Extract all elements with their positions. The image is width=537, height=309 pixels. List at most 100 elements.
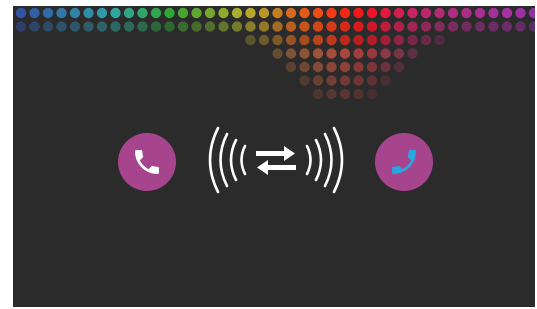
decorative-dot (501, 21, 513, 32)
decorative-dot (501, 7, 513, 19)
decorative-dot (353, 88, 364, 100)
decorative-dot (110, 7, 121, 19)
decorative-dot (177, 7, 189, 19)
decorative-dot (218, 7, 229, 19)
decorative-dot (461, 7, 472, 19)
decorative-dot (393, 21, 405, 32)
decorative-dot (285, 7, 297, 19)
decorative-dot (258, 7, 270, 19)
decorative-dot (326, 48, 337, 59)
decorative-dot (272, 7, 283, 19)
decorative-dot (420, 21, 432, 32)
decorative-dot (393, 7, 405, 19)
decorative-dot (312, 88, 324, 100)
decorative-dot (434, 21, 445, 32)
decorative-dot (326, 21, 337, 32)
decorative-dot (515, 7, 526, 19)
decorative-dot (299, 34, 310, 46)
decorative-dot (326, 88, 337, 100)
decorative-dot (204, 21, 216, 32)
decorative-dot (366, 7, 378, 19)
decorative-dot (353, 48, 364, 59)
decorative-dot (407, 34, 418, 46)
decorative-dot (123, 21, 135, 32)
decorative-dot (191, 21, 202, 32)
decorative-dot (258, 21, 270, 32)
decorative-dot (366, 75, 378, 86)
call-connecting-screen (13, 6, 535, 307)
decorative-dot (339, 7, 351, 19)
decorative-dot (69, 21, 81, 32)
signal-transfer-icon (208, 126, 344, 194)
decorative-dot (326, 75, 337, 86)
decorative-dot (474, 7, 486, 19)
decorative-dot (69, 7, 81, 19)
decorative-dot (339, 21, 351, 32)
decorative-dot (42, 7, 54, 19)
decorative-dot (29, 21, 40, 32)
decorative-dot (339, 34, 351, 46)
decorative-dot (245, 7, 256, 19)
decorative-dot (380, 21, 391, 32)
decorative-dot (312, 48, 324, 59)
decorative-dot (15, 7, 27, 19)
decorative-dot (353, 7, 364, 19)
decorative-dot (366, 21, 378, 32)
decorative-dot (299, 75, 310, 86)
decorative-dot (353, 34, 364, 46)
decorative-dot (312, 7, 324, 19)
decorative-dot (299, 61, 310, 73)
decorative-dot (326, 7, 337, 19)
decorative-dot (380, 61, 391, 73)
decorative-dot (15, 21, 27, 32)
decorative-dot (56, 21, 67, 32)
caller-phone-icon (118, 133, 176, 191)
decorative-dot (488, 7, 499, 19)
decorative-dot (191, 7, 202, 19)
decorative-dot (42, 21, 54, 32)
decorative-dot (29, 7, 40, 19)
decorative-dot (420, 34, 432, 46)
decorative-dot (312, 21, 324, 32)
receiver-phone-icon (375, 133, 433, 191)
decorative-dot (393, 34, 405, 46)
decorative-dot (299, 21, 310, 32)
decorative-dot (177, 21, 189, 32)
decorative-dot (123, 7, 135, 19)
decorative-dot (231, 7, 243, 19)
decorative-dot (272, 34, 283, 46)
decorative-dot (312, 75, 324, 86)
decorative-dot (150, 7, 162, 19)
decorative-dot (245, 34, 256, 46)
decorative-dot (204, 7, 216, 19)
decorative-dot (96, 7, 108, 19)
decorative-dot (137, 7, 148, 19)
decorative-dot (137, 21, 148, 32)
decorative-dot (339, 48, 351, 59)
decorative-dot (83, 21, 94, 32)
decorative-dot (434, 7, 445, 19)
decorative-dot (312, 34, 324, 46)
decorative-dot (56, 7, 67, 19)
decorative-dot (326, 61, 337, 73)
decorative-dot (312, 61, 324, 73)
decorative-dot (150, 21, 162, 32)
decorative-dot (339, 61, 351, 73)
decorative-dot (353, 21, 364, 32)
decorative-dot (164, 7, 175, 19)
decorative-dot (245, 21, 256, 32)
decorative-dot (326, 34, 337, 46)
decorative-dot (447, 7, 459, 19)
decorative-dot (285, 34, 297, 46)
decorative-dot (272, 48, 283, 59)
decorative-dot (380, 7, 391, 19)
decorative-dot (407, 7, 418, 19)
decorative-dot (164, 21, 175, 32)
decorative-dot (110, 21, 121, 32)
decorative-dot (231, 21, 243, 32)
decorative-dot (96, 21, 108, 32)
decorative-dot-pattern (13, 6, 535, 116)
decorative-dot (407, 21, 418, 32)
decorative-dot (528, 7, 535, 19)
decorative-dot (339, 75, 351, 86)
